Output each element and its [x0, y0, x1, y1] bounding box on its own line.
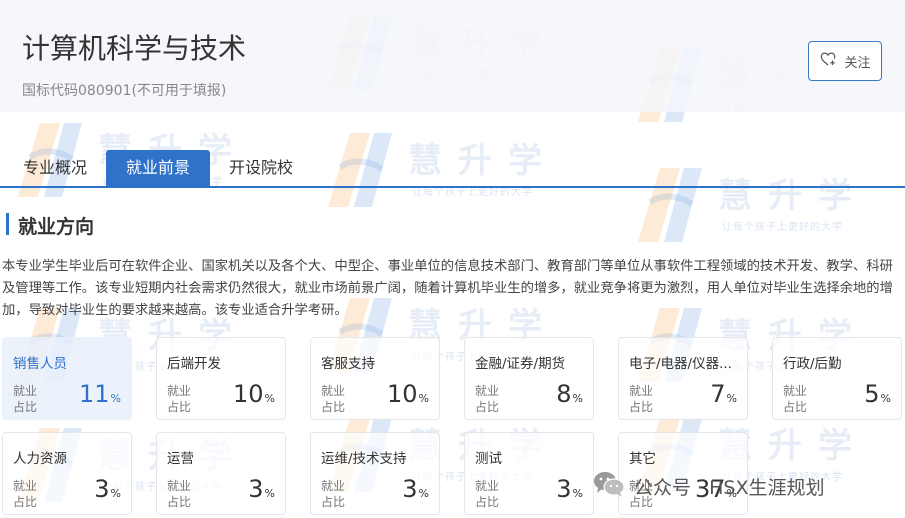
tab-schools[interactable]: 开设院校: [218, 150, 304, 186]
job-share-label: 就业 占比: [13, 479, 38, 509]
job-share-value: 7%: [710, 380, 737, 408]
job-share-value: 11%: [79, 380, 121, 408]
job-share-label: 就业 占比: [475, 384, 500, 414]
job-share-label: 就业 占比: [321, 479, 346, 509]
job-share-label: 就业 占比: [629, 384, 654, 414]
job-name: 其它: [629, 451, 656, 467]
job-card-finance[interactable]: 金融/证券/期货 就业 占比 8%: [464, 337, 594, 420]
job-share-value: 3%: [248, 475, 275, 503]
job-name: 后端开发: [167, 356, 221, 372]
job-share-label: 就业 占比: [321, 384, 346, 414]
page-title: 计算机科学与技术: [22, 32, 247, 65]
section-accent-bar: [6, 213, 9, 235]
major-header: 计算机科学与技术 国标代码080901(不可用于填报) 关注: [0, 0, 905, 112]
tab-employment[interactable]: 就业前景: [106, 150, 210, 186]
job-share-label: 就业 占比: [13, 384, 38, 414]
job-card-electronics[interactable]: 电子/电器/仪器... 就业 占比 7%: [618, 337, 748, 420]
major-detail-page: 计算机科学与技术 国标代码080901(不可用于填报) 关注 专业概况 就业前景…: [0, 0, 905, 518]
follow-button[interactable]: 关注: [808, 41, 882, 81]
job-name: 电子/电器/仪器...: [629, 356, 732, 372]
job-card-hr[interactable]: 人力资源 就业 占比 3%: [2, 432, 132, 515]
job-card-admin[interactable]: 行政/后勤 就业 占比 5%: [772, 337, 902, 420]
job-share-label: 就业 占比: [167, 384, 192, 414]
job-share-value: 3%: [402, 475, 429, 503]
tab-overview[interactable]: 专业概况: [12, 150, 98, 186]
wechat-account-tag: 公众号 · HSX生涯规划: [592, 470, 824, 503]
follow-label: 关注: [844, 55, 871, 71]
job-share-label: 就业 占比: [475, 479, 500, 509]
job-share-value: 10%: [233, 380, 275, 408]
job-name: 运营: [167, 451, 194, 467]
job-share-value: 3%: [556, 475, 583, 503]
national-code: 国标代码080901(不可用于填报): [22, 83, 227, 99]
job-name: 运维/技术支持: [321, 451, 407, 467]
job-name: 行政/后勤: [783, 356, 842, 372]
employment-description: 本专业学生毕业后可在软件企业、国家机关以及各个大、中型企、事业单位的信息技术部门…: [2, 259, 893, 318]
job-share-label: 就业 占比: [167, 479, 192, 509]
job-share-value: 10%: [387, 380, 429, 408]
job-card-sales[interactable]: 销售人员 就业 占比 11%: [2, 337, 132, 420]
job-share-value: 5%: [864, 380, 891, 408]
wechat-account-name: 公众号 · HSX生涯规划: [634, 477, 825, 499]
job-name: 测试: [475, 451, 502, 467]
job-card-operations[interactable]: 运营 就业 占比 3%: [156, 432, 286, 515]
job-card-customer-support[interactable]: 客服支持 就业 占比 10%: [310, 337, 440, 420]
job-share-value: 8%: [556, 380, 583, 408]
job-card-backend[interactable]: 后端开发 就业 占比 10%: [156, 337, 286, 420]
job-name: 金融/证券/期货: [475, 356, 566, 372]
wechat-icon: [592, 470, 626, 503]
job-share-value: 3%: [94, 475, 121, 503]
job-card-testing[interactable]: 测试 就业 占比 3%: [464, 432, 594, 515]
tab-bar: 专业概况 就业前景 开设院校: [0, 150, 905, 188]
job-name: 人力资源: [13, 451, 67, 467]
job-card-devops[interactable]: 运维/技术支持 就业 占比 3%: [310, 432, 440, 515]
heart-plus-icon: [819, 50, 837, 72]
job-name: 销售人员: [13, 356, 67, 372]
job-share-label: 就业 占比: [783, 384, 808, 414]
job-name: 客服支持: [321, 356, 375, 372]
section-title: 就业方向: [18, 216, 95, 238]
